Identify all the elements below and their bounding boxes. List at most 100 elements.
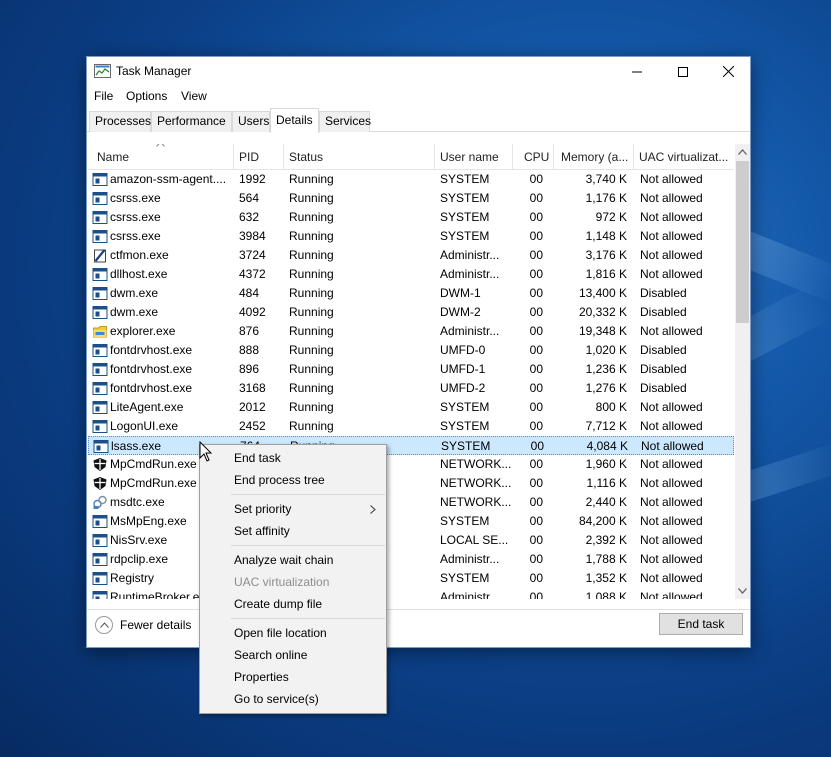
menu-item-label: Open file location [234,626,327,640]
scroll-down-icon[interactable] [738,588,747,594]
table-row[interactable]: RuntimeBroker.ex Administr... 00 1,088 K Not… [88,588,734,599]
table-row[interactable]: MpCmdRun.exe NETWORK... 00 1,960 K Not allow… [88,455,734,474]
cell-memory: 84,200 K [578,514,627,528]
column-header-status[interactable]: Status [284,144,435,170]
table-row[interactable]: fontdrvhost.exe 3168 Running UMFD-2 00 1,276 … [88,379,734,398]
table-row[interactable]: ctfmon.exe 3724 Running Administr... 00 3,176… [88,246,734,265]
context-menu-item-end-process-tree[interactable]: End process tree [200,469,386,491]
cell-memory: 2,440 K [585,495,627,509]
table-row[interactable]: MsMpEng.exe SYSTEM 00 84,200 K Not allowed [88,512,734,531]
tab-details[interactable]: Details [270,108,319,133]
table-row[interactable]: LiteAgent.exe 2012 Running SYSTEM 00 800 K Not… [88,398,734,417]
table-row[interactable]: csrss.exe 3984 Running SYSTEM 00 1,148 K Not a… [88,227,734,246]
generic-process-icon [92,382,108,395]
cell-status: Running [289,267,334,281]
menu-options[interactable]: Options [126,89,167,103]
scrollbar-thumb[interactable] [736,161,749,323]
cell-pid: 896 [239,362,260,376]
title-bar[interactable]: Task Manager [87,57,750,86]
end-task-button[interactable]: End task [659,613,743,635]
menu-item-label: End task [234,451,281,465]
table-row[interactable]: Registry SYSTEM 00 1,352 K Not allowed [88,569,734,588]
menu-item-label: End process tree [234,473,325,487]
context-menu-item-set-priority[interactable]: Set priority [200,498,386,520]
cell-pid: 632 [239,210,260,224]
task-manager-icon [94,64,111,78]
table-row[interactable]: csrss.exe 564 Running SYSTEM 00 1,176 K Not al… [88,189,734,208]
cell-pid: 564 [239,191,260,205]
menu-file[interactable]: File [94,89,113,103]
column-header-name[interactable]: Name [88,144,234,170]
table-row[interactable]: msdtc.exe NETWORK... 00 2,440 K Not allowed [88,493,734,512]
close-button[interactable] [705,57,751,86]
cell-uac: Not allowed [640,495,703,509]
cell-pid: 1992 [239,172,266,186]
context-menu-item-open-file-location[interactable]: Open file location [200,622,386,644]
minimize-button[interactable] [614,57,660,86]
cell-name: csrss.exe [110,229,161,243]
cell-cpu: 00 [529,419,543,433]
cell-memory: 1,352 K [585,571,627,585]
cell-pid: 3984 [239,229,266,243]
context-menu-item-go-to-service-s[interactable]: Go to service(s) [200,688,386,710]
cell-name: LiteAgent.exe [110,400,184,414]
cell-cpu: 00 [529,248,543,262]
fewer-details-toggle[interactable]: Fewer details [95,616,191,634]
table-row[interactable]: amazon-ssm-agent.... 1992 Running SYSTEM 00 3… [88,170,734,189]
menu-separator [231,618,385,619]
table-row[interactable]: dwm.exe 484 Running DWM-1 00 13,400 K Disabled [88,284,734,303]
menu-item-label: Set affinity [234,524,290,538]
context-menu-item-set-affinity[interactable]: Set affinity [200,520,386,542]
context-menu-item-analyze-wait-chain[interactable]: Analyze wait chain [200,549,386,571]
table-row[interactable]: NisSrv.exe LOCAL SE... 00 2,392 K Not allowe… [88,531,734,550]
context-menu-item-create-dump-file[interactable]: Create dump file [200,593,386,615]
footer-bar: Fewer details End task [87,609,750,649]
table-row[interactable]: lsass.exe764RunningSYSTEM004,084 KNot al… [88,436,734,455]
cell-name: dllhost.exe [110,267,168,281]
scroll-up-icon[interactable] [738,149,747,155]
column-header-memory[interactable]: Memory (a... [554,144,634,170]
vertical-scrollbar[interactable] [735,144,750,599]
tab-processes[interactable]: Processes [89,111,151,132]
table-row[interactable]: rdpclip.exe Administr... 00 1,788 K Not allo… [88,550,734,569]
tab-performance[interactable]: Performance [151,111,232,132]
cell-user: SYSTEM [440,571,490,585]
cell-user: DWM-1 [440,286,481,300]
table-row[interactable]: dwm.exe 4092 Running DWM-2 00 20,332 K Disable… [88,303,734,322]
table-row[interactable]: fontdrvhost.exe 888 Running UMFD-0 00 1,020 K… [88,341,734,360]
cell-name: amazon-ssm-agent.... [110,172,227,186]
column-header-pid[interactable]: PID [234,144,284,170]
cell-status: Running [289,229,334,243]
cell-uac: Not allowed [640,514,703,528]
context-menu-item-properties[interactable]: Properties [200,666,386,688]
table-row[interactable]: csrss.exe 632 Running SYSTEM 00 972 K Not allo… [88,208,734,227]
cell-memory: 1,176 K [585,191,627,205]
table-row[interactable]: dllhost.exe 4372 Running Administr... 00 1,81… [88,265,734,284]
tab-services[interactable]: Services [319,111,371,132]
menu-item-label: Analyze wait chain [234,553,334,567]
table-row[interactable]: LogonUI.exe 2452 Running SYSTEM 00 7,712 K Not… [88,417,734,436]
table-row[interactable]: fontdrvhost.exe 896 Running UMFD-1 00 1,236 K… [88,360,734,379]
menu-separator [231,545,385,546]
column-header-cpu[interactable]: CPU [513,144,554,170]
tab-users[interactable]: Users [232,111,270,132]
cell-memory: 1,788 K [585,552,627,566]
maximize-button[interactable] [660,57,706,86]
context-menu-item-search-online[interactable]: Search online [200,644,386,666]
column-header-user-name[interactable]: User name [435,144,513,170]
menu-view[interactable]: View [181,89,207,103]
cell-uac: Not allowed [640,571,703,585]
table-row[interactable]: MpCmdRun.exe NETWORK... 00 1,116 K Not allow… [88,474,734,493]
column-header-uac-virtualization[interactable]: UAC virtualizat... [634,144,734,170]
cell-cpu: 00 [529,571,543,585]
generic-process-icon [92,268,108,281]
table-row[interactable]: explorer.exe 876 Running Administr... 00 19,3… [88,322,734,341]
cell-user: SYSTEM [440,172,490,186]
context-menu-item-end-task[interactable]: End task [200,447,386,469]
cell-user: NETWORK... [440,476,512,490]
generic-process-icon [92,515,108,528]
cell-name: dwm.exe [110,305,159,319]
cell-memory: 1,116 K [586,476,627,490]
cell-memory: 19,348 K [578,324,627,338]
generic-process-icon [92,534,108,547]
